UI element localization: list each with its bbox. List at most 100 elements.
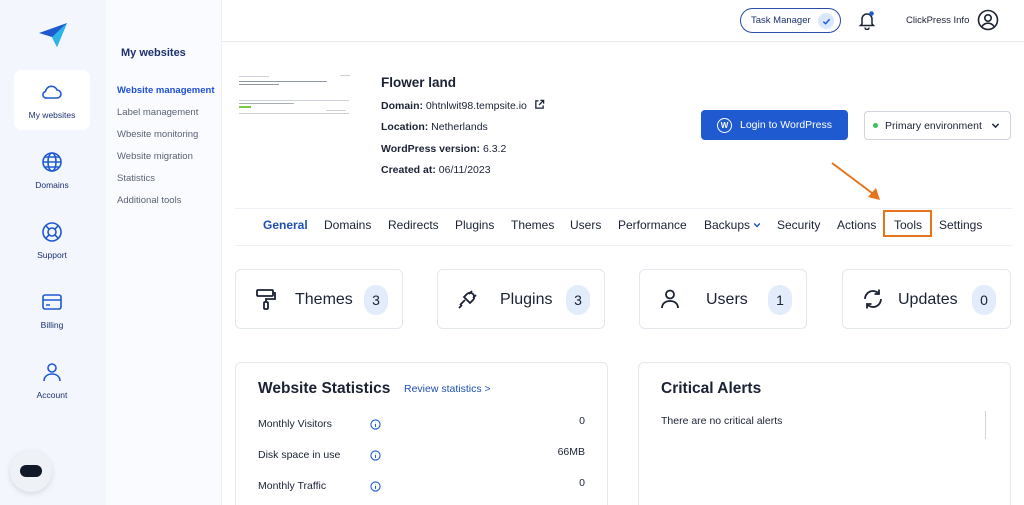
lifebuoy-icon [42,222,62,242]
stat-label: Monthly Visitors [258,418,332,430]
tab-settings[interactable]: Settings [939,218,982,232]
paper-plane-logo[interactable] [38,22,68,48]
site-location-row: Location: Netherlands [381,121,488,133]
stat-value: 0 [579,415,585,427]
globe-icon [42,152,62,172]
site-created-row: Created at: 06/11/2023 [381,164,491,176]
website-statistics-panel: Website Statistics Review statistics > M… [235,362,608,505]
stat-value: 0 [579,477,585,489]
card-label: Updates [898,291,958,308]
rail-item-my-websites[interactable]: My websites [14,70,90,130]
paint-roller-icon [256,289,276,310]
wordpress-icon: W [716,117,732,133]
stats-title: Website Statistics [258,380,391,397]
status-dot-icon [873,123,878,128]
card-label: Plugins [500,291,553,308]
check-icon [818,13,834,29]
created-value: 06/11/2023 [438,164,491,176]
updates-card[interactable]: Updates 0 [842,269,1011,329]
user-icon [43,363,61,382]
location-label: Location: [381,121,429,133]
rail-label: Support [37,250,67,260]
chevron-down-icon [991,123,1000,129]
environment-select[interactable]: Primary environment [864,111,1011,140]
user-icon [661,289,679,309]
location-value: Netherlands [431,121,488,133]
card-count: 3 [364,285,388,315]
subnav-title: My websites [121,47,186,59]
alerts-title: Critical Alerts [661,380,762,397]
stat-value: 66MB [557,446,585,458]
card-icon [42,294,62,310]
task-manager-button[interactable]: Task Manager [740,8,841,33]
rail-item-support[interactable]: Support [14,210,90,270]
tab-tools[interactable]: Tools [894,218,922,232]
tab-domains[interactable]: Domains [324,218,371,232]
tab-actions[interactable]: Actions [837,218,876,232]
tab-redirects[interactable]: Redirects [388,218,439,232]
external-link-icon[interactable] [534,99,545,110]
rail-label: Domains [35,180,69,190]
annotation-arrow-icon [831,162,880,200]
rail-label: My websites [28,110,76,120]
info-icon[interactable] [370,481,381,492]
rail-item-billing[interactable]: Billing [14,280,90,340]
subnav-item-website-migration[interactable]: Website migration [117,151,193,162]
environment-value: Primary environment [885,119,982,132]
chevron-down-icon [754,223,761,228]
wp-version-value: 6.3.2 [482,143,507,155]
tab-security[interactable]: Security [777,218,820,232]
task-manager-label: Task Manager [751,15,811,26]
scrollbar[interactable] [985,411,986,439]
bell-icon[interactable] [858,10,876,30]
chat-icon [20,465,42,477]
chat-button[interactable] [10,450,52,492]
subnav-item-additional-tools[interactable]: Additional tools [117,195,181,206]
card-count: 3 [566,285,590,315]
account-name[interactable]: ClickPress Info [906,15,969,26]
tab-general[interactable]: General [263,218,308,232]
tab-users[interactable]: Users [570,218,601,232]
rail-label: Account [36,390,68,400]
card-label: Themes [295,291,353,308]
rail-item-domains[interactable]: Domains [14,140,90,200]
info-icon[interactable] [370,450,381,461]
card-label: Users [706,291,748,308]
rail-item-account[interactable]: Account [14,350,90,410]
subnav-item-statistics[interactable]: Statistics [117,173,155,184]
subnav-item-label-management[interactable]: Label management [117,107,198,118]
plugins-card[interactable]: Plugins 3 [437,269,605,329]
tab-backups[interactable]: Backups [704,218,761,232]
subnav-item-website-management[interactable]: Website management [117,85,215,96]
account-avatar-icon[interactable] [977,9,999,31]
stat-label: Monthly Traffic [258,480,327,492]
stat-label: Disk space in use [258,449,341,461]
created-label: Created at: [381,164,436,176]
plug-icon [458,290,477,309]
no-alerts-message: There are no critical alerts [661,415,783,427]
login-button-label: Login to WordPress [739,119,833,131]
tab-backups-label: Backups [704,218,751,232]
tab-performance[interactable]: Performance [618,218,687,232]
login-to-wordpress-button[interactable]: W Login to WordPress [701,110,848,140]
domain-label: Domain: [381,100,423,112]
refresh-icon [864,289,882,309]
rail-label: Billing [40,320,64,330]
users-card[interactable]: Users 1 [639,269,807,329]
websites-subnav: My websites Website management Label man… [106,0,222,505]
tab-themes[interactable]: Themes [511,218,554,232]
critical-alerts-panel: Critical Alerts There are no critical al… [638,362,1011,505]
cloud-icon [42,85,62,99]
site-title: Flower land [381,75,457,90]
review-statistics-link[interactable]: Review statistics > [404,383,491,395]
main-rail: My websites Domains Support Billing Acco… [0,0,106,505]
card-count: 1 [768,285,792,315]
site-wp-version-row: WordPress version: 6.3.2 [381,143,506,155]
themes-card[interactable]: Themes 3 [235,269,403,329]
subnav-item-website-monitoring[interactable]: Wbesite monitoring [117,129,198,140]
site-thumbnail [236,70,352,130]
card-count: 0 [972,285,996,315]
domain-value[interactable]: 0htnlwit98.tempsite.io [426,100,527,112]
info-icon[interactable] [370,419,381,430]
tab-plugins[interactable]: Plugins [455,218,494,232]
